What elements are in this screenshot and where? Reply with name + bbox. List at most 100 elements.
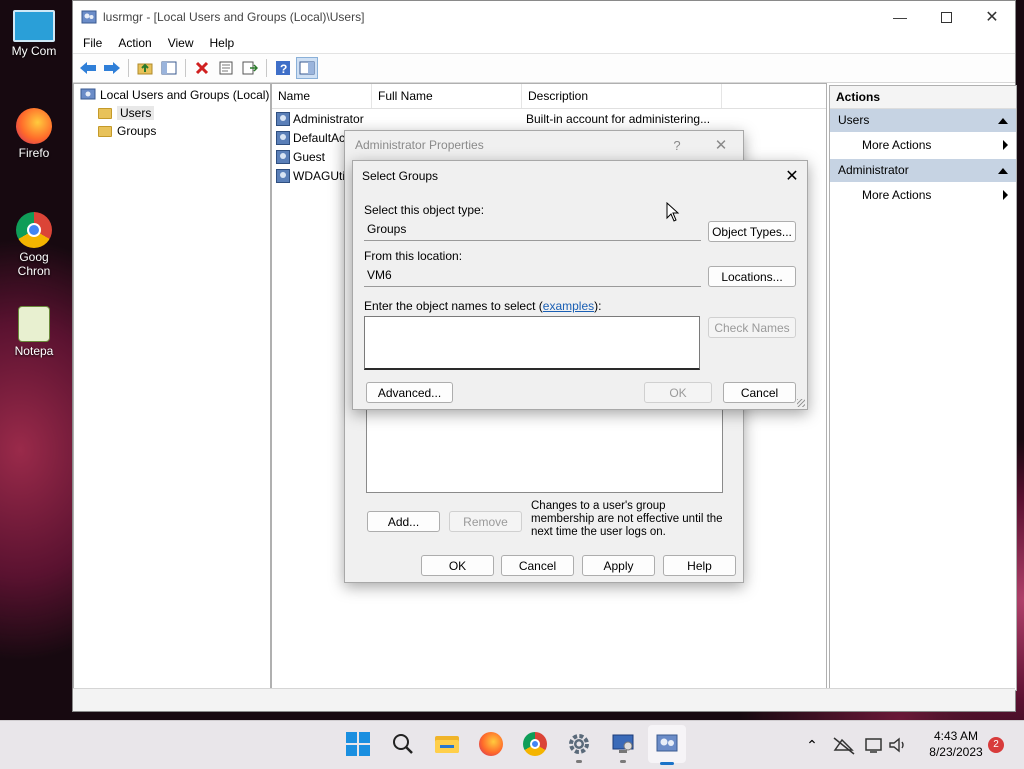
desktop-icon-chrome[interactable]: Goog Chron: [2, 212, 66, 278]
close-button[interactable]: ✕: [969, 1, 1015, 33]
maximize-button[interactable]: [923, 1, 969, 33]
computer-management-taskbar-button[interactable]: [608, 729, 638, 763]
tree-node-label: Users: [117, 106, 155, 120]
tree-node-groups[interactable]: Groups: [74, 122, 270, 140]
folder-icon: [98, 107, 112, 119]
cell-name: Administrator: [293, 111, 364, 126]
display-icon[interactable]: [864, 736, 884, 754]
back-button[interactable]: [77, 57, 99, 79]
up-level-button[interactable]: [134, 57, 156, 79]
tree-node-users[interactable]: Users: [74, 104, 270, 122]
menu-view[interactable]: View: [160, 36, 202, 50]
clock-date: 8/23/2023: [929, 745, 983, 759]
maximize-icon: [940, 11, 952, 23]
actions-pane: Actions Users More Actions Administrator…: [829, 85, 1017, 691]
add-button[interactable]: Add...: [367, 511, 440, 532]
desktop-icon-firefox[interactable]: Firefo: [2, 108, 66, 160]
user-icon: [276, 149, 290, 164]
context-help-button[interactable]: ?: [655, 138, 699, 153]
column-header-fullname[interactable]: Full Name: [372, 84, 522, 108]
apply-button[interactable]: Apply: [582, 555, 655, 576]
menu-action[interactable]: Action: [110, 36, 159, 50]
chrome-taskbar-button[interactable]: [520, 729, 550, 759]
object-types-button[interactable]: Object Types...: [708, 221, 796, 242]
minimize-button[interactable]: —: [877, 1, 923, 33]
remove-button[interactable]: Remove: [449, 511, 522, 532]
chevron-up-icon[interactable]: ⌃: [800, 737, 824, 754]
clock[interactable]: 4:43 AM 8/23/2023: [918, 728, 994, 760]
user-icon: [276, 168, 290, 183]
toolbar: ?: [73, 54, 1015, 83]
export-list-button[interactable]: [239, 57, 261, 79]
table-row[interactable]: Administrator Built-in account for admin…: [272, 109, 826, 128]
resize-grip[interactable]: [797, 399, 805, 407]
computer-management-icon: [612, 734, 634, 753]
show-hide-tree-button[interactable]: [158, 57, 180, 79]
more-actions-administrator[interactable]: More Actions: [830, 182, 1016, 209]
location-field: VM6: [364, 265, 701, 287]
check-names-button[interactable]: Check Names: [708, 317, 796, 338]
notification-badge[interactable]: 2: [988, 737, 1004, 753]
ok-button[interactable]: OK: [421, 555, 494, 576]
actions-section-administrator[interactable]: Administrator: [830, 159, 1016, 182]
more-actions-users[interactable]: More Actions: [830, 132, 1016, 159]
running-indicator: [620, 760, 626, 763]
advanced-button[interactable]: Advanced...: [366, 382, 453, 403]
chrome-icon: [523, 732, 547, 756]
desktop-icon-notepad[interactable]: Notepa: [2, 306, 66, 358]
svg-text:?: ?: [280, 62, 287, 76]
help-dialog-button[interactable]: Help: [663, 555, 736, 576]
firefox-icon: [479, 732, 503, 756]
properties-icon: [219, 61, 233, 75]
menu-file[interactable]: File: [75, 36, 110, 50]
delete-button[interactable]: [191, 57, 213, 79]
submenu-arrow-icon: [1003, 190, 1008, 200]
show-action-pane-button[interactable]: [296, 57, 318, 79]
properties-button[interactable]: [215, 57, 237, 79]
column-header-description[interactable]: Description: [522, 84, 722, 108]
tree-root[interactable]: Local Users and Groups (Local): [74, 86, 270, 104]
action-label: More Actions: [862, 188, 932, 202]
select-groups-dialog: Select Groups ✕ Select this object type:…: [352, 160, 808, 410]
forward-button[interactable]: [101, 57, 123, 79]
search-button[interactable]: [388, 729, 418, 759]
cancel-button[interactable]: Cancel: [723, 382, 796, 403]
dialog-title-bar[interactable]: Administrator Properties ? ✕: [345, 131, 743, 159]
toolbar-separator: [128, 59, 129, 77]
network-disconnected-icon[interactable]: [832, 735, 858, 755]
dialog-close-button[interactable]: ✕: [699, 136, 743, 154]
system-tray: ⌃: [800, 721, 908, 769]
settings-taskbar-button[interactable]: [564, 729, 594, 763]
firefox-icon: [16, 108, 52, 144]
menu-help[interactable]: Help: [202, 36, 243, 50]
examples-link[interactable]: examples: [543, 299, 594, 313]
speaker-icon[interactable]: [888, 736, 908, 754]
title-bar[interactable]: lusrmgr - [Local Users and Groups (Local…: [73, 1, 1015, 33]
cell-description: Built-in account for administering...: [526, 111, 711, 126]
actions-section-users[interactable]: Users: [830, 109, 1016, 132]
lusrmgr-taskbar-button[interactable]: [648, 725, 686, 765]
ok-button[interactable]: OK: [644, 382, 712, 403]
dialog-close-button[interactable]: ✕: [777, 166, 807, 186]
dialog-title-bar[interactable]: Select Groups ✕: [353, 161, 807, 191]
object-names-input[interactable]: [364, 316, 700, 370]
location-label: From this location:: [364, 249, 463, 263]
tree-node-label: Groups: [117, 124, 157, 138]
column-header-name[interactable]: Name: [272, 84, 372, 108]
windows-logo-icon: [346, 732, 370, 756]
collapse-up-icon: [998, 117, 1008, 124]
search-icon: [393, 734, 413, 754]
start-button[interactable]: [343, 729, 373, 759]
cancel-button[interactable]: Cancel: [501, 555, 574, 576]
desktop-icon-my-computer[interactable]: My Com: [2, 10, 66, 58]
member-of-list[interactable]: [366, 401, 723, 493]
help-button[interactable]: ?: [272, 57, 294, 79]
users-computer-icon: [80, 88, 96, 100]
locations-button[interactable]: Locations...: [708, 266, 796, 287]
export-icon: [242, 61, 258, 75]
firefox-taskbar-button[interactable]: [476, 729, 506, 759]
user-icon: [276, 111, 290, 126]
toolbar-separator: [185, 59, 186, 77]
file-explorer-button[interactable]: [432, 729, 462, 759]
help-book-icon: ?: [276, 61, 290, 76]
